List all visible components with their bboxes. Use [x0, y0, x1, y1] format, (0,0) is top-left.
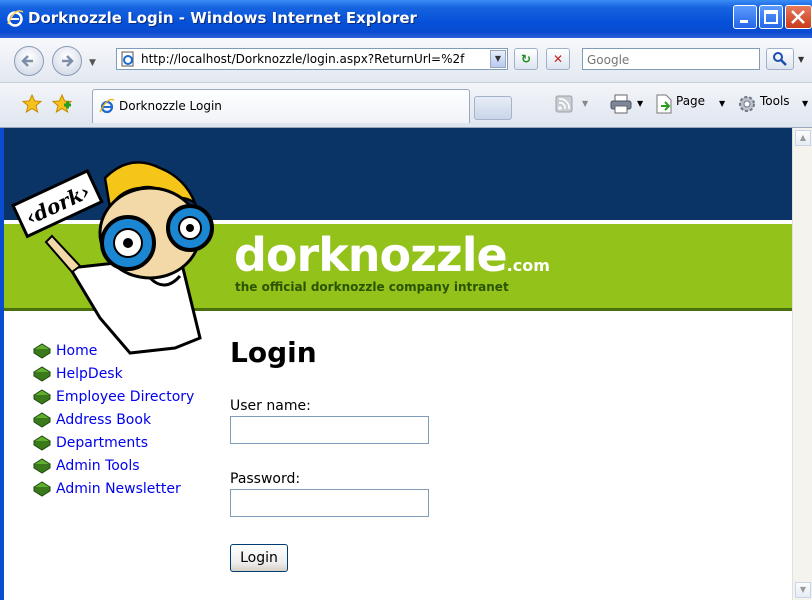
window-title: Dorknozzle Login - Windows Internet Expl… [28, 9, 417, 27]
search-box[interactable] [582, 48, 760, 70]
tools-dropdown-icon[interactable]: ▼ [802, 99, 808, 108]
back-button[interactable] [14, 46, 44, 76]
maximize-button[interactable] [759, 5, 783, 29]
feeds-icon[interactable] [555, 95, 573, 113]
page-menu-icon[interactable] [655, 94, 673, 114]
gear-icon[interactable] [737, 94, 757, 114]
favorites-star-icon[interactable] [22, 94, 42, 114]
menu-link-admin-tools[interactable]: Admin Tools [56, 458, 140, 474]
username-label: User name: [230, 398, 311, 414]
refresh-button[interactable]: ↻ [514, 48, 538, 70]
page-dropdown-icon[interactable]: ▼ [719, 99, 725, 108]
book-icon [33, 412, 51, 428]
tools-menu[interactable]: Tools [760, 94, 790, 108]
scroll-down-icon[interactable]: ▼ [795, 582, 811, 598]
ie-logo-icon [7, 10, 24, 27]
book-icon [33, 458, 51, 474]
tab-bar: Dorknozzle Login ▼ ▼ Page ▼ Tools ▼ [0, 83, 812, 128]
address-text: http://localhost/Dorknozzle/login.aspx?R… [141, 52, 465, 66]
brand-suffix: .com [506, 256, 550, 275]
new-tab-button[interactable] [474, 96, 512, 120]
tagline: the official dorknozzle company intranet [235, 280, 509, 294]
maximize-icon [764, 10, 778, 24]
search-input[interactable] [587, 51, 757, 69]
close-button[interactable] [785, 5, 812, 29]
menu-link-helpdesk[interactable]: HelpDesk [56, 366, 123, 382]
page-menu[interactable]: Page [676, 94, 705, 108]
username-field[interactable] [230, 416, 429, 444]
menu-link-employee-directory[interactable]: Employee Directory [56, 389, 194, 405]
password-field[interactable] [230, 489, 429, 517]
search-button[interactable] [766, 48, 794, 70]
menu-link-address-book[interactable]: Address Book [56, 412, 151, 428]
login-button[interactable]: Login [230, 544, 288, 572]
book-icon [33, 481, 51, 497]
ie-page-icon [99, 98, 115, 114]
feeds-dropdown-icon[interactable]: ▼ [582, 99, 588, 108]
print-icon[interactable] [610, 94, 632, 114]
book-icon [33, 343, 51, 359]
close-icon [791, 10, 805, 24]
magnifier-icon [773, 52, 787, 66]
brand-text: dorknozzle [234, 228, 508, 282]
menu-link-admin-newsletter[interactable]: Admin Newsletter [56, 481, 181, 497]
book-icon [33, 366, 51, 382]
brand-name: dorknozzle.com [234, 228, 550, 282]
history-dropdown-icon[interactable]: ▼ [89, 58, 96, 68]
minimize-icon [740, 20, 748, 23]
refresh-icon: ↻ [520, 52, 532, 66]
minimize-button[interactable] [733, 5, 757, 29]
menu-link-home[interactable]: Home [56, 343, 97, 359]
address-dropdown-icon[interactable]: ▼ [490, 50, 506, 68]
address-bar[interactable]: http://localhost/Dorknozzle/login.aspx?R… [116, 48, 508, 70]
forward-button[interactable] [52, 46, 82, 76]
password-label: Password: [230, 471, 301, 487]
menu-link-departments[interactable]: Departments [56, 435, 148, 451]
back-arrow-icon [21, 55, 33, 67]
print-dropdown-icon[interactable]: ▼ [637, 99, 643, 108]
book-icon [33, 435, 51, 451]
title-bar: Dorknozzle Login - Windows Internet Expl… [0, 0, 812, 38]
scroll-up-icon[interactable]: ▲ [795, 130, 811, 146]
page-viewport: ‹dork› dorknozzle.com the official dorkn… [4, 128, 792, 600]
stop-button[interactable]: ✕ [546, 48, 570, 70]
page-icon [121, 51, 134, 67]
stop-icon: ✕ [552, 52, 564, 66]
add-favorite-icon[interactable] [52, 94, 72, 114]
tab-dorknozzle-login[interactable]: Dorknozzle Login [92, 89, 470, 123]
dork-mascot-logo: ‹dork› [11, 161, 214, 355]
page-title: Login [230, 336, 317, 369]
tab-label: Dorknozzle Login [119, 99, 222, 113]
search-options-icon[interactable]: ▼ [798, 55, 804, 64]
forward-arrow-icon [62, 55, 74, 67]
book-icon [33, 389, 51, 405]
vertical-scrollbar[interactable]: ▲ ▼ [792, 128, 812, 600]
